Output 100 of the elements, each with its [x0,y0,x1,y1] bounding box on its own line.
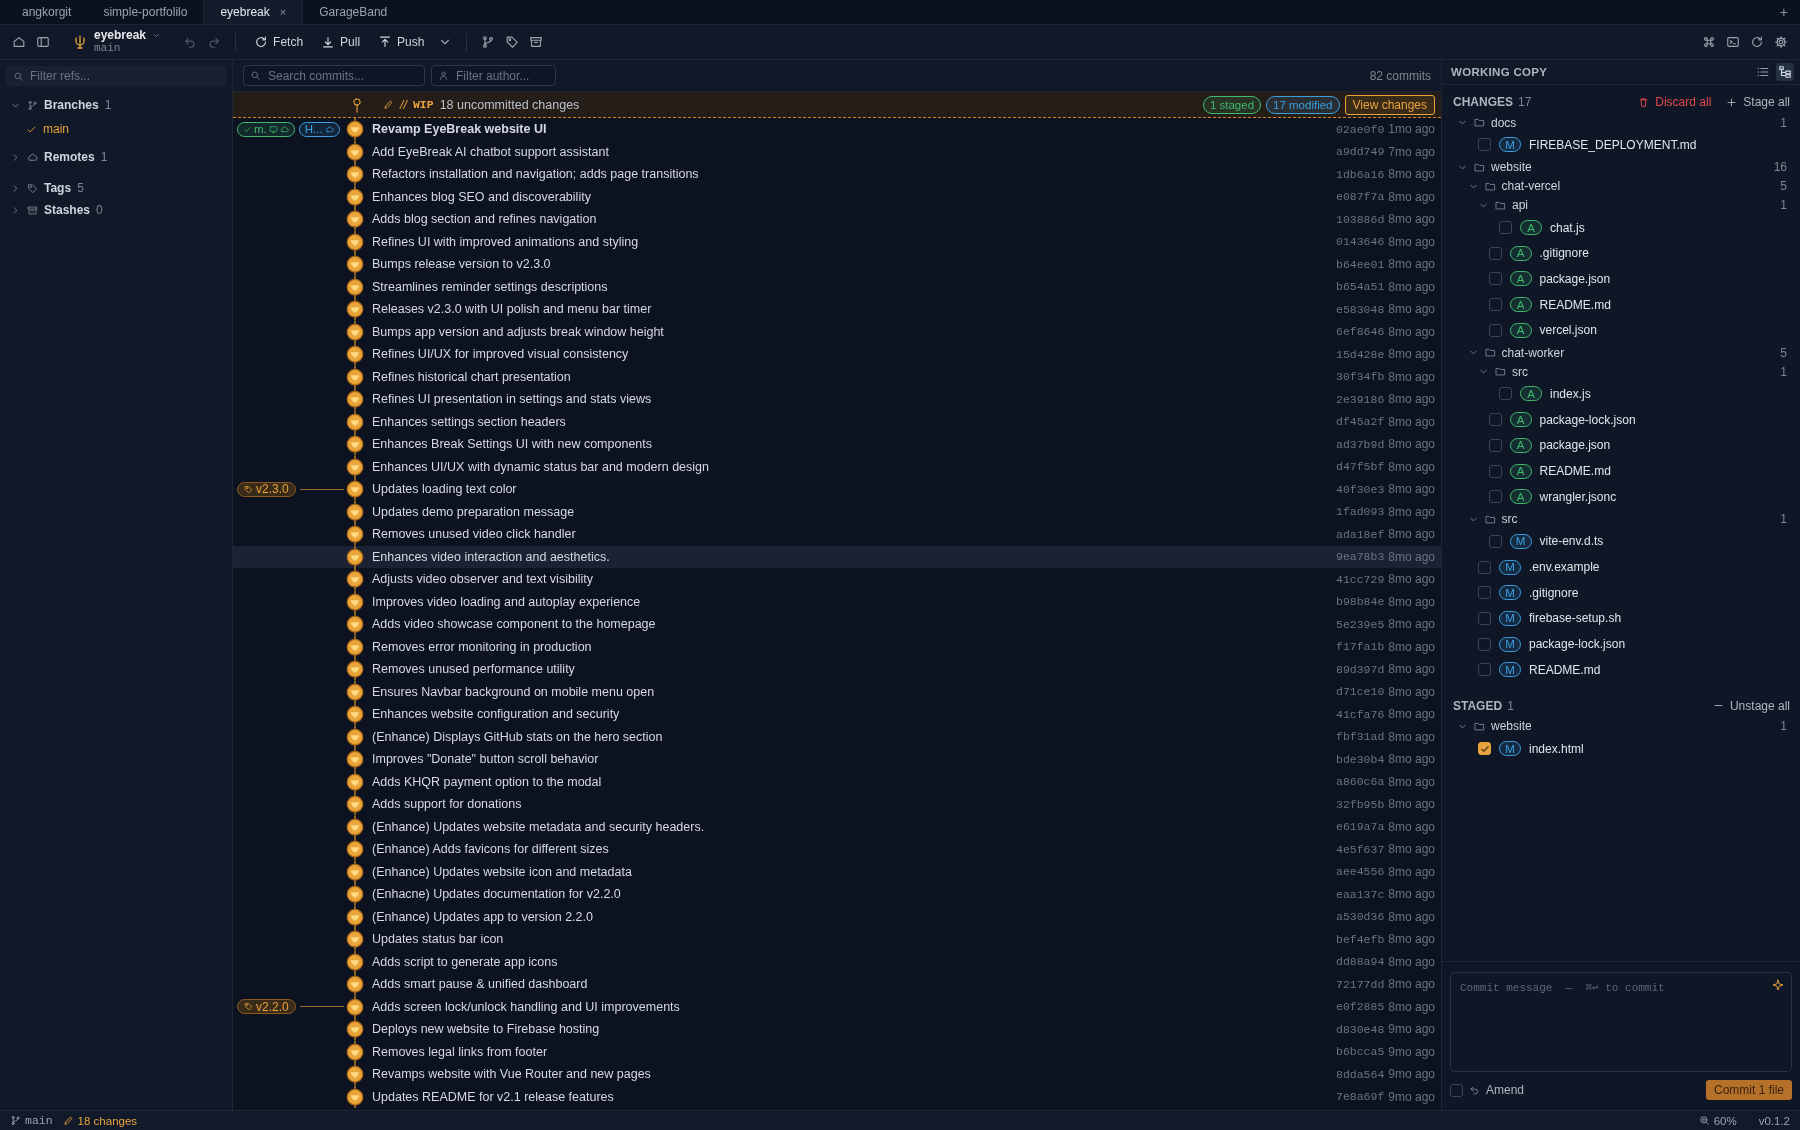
folder-row[interactable]: api 1 [1442,195,1800,215]
checkbox[interactable] [1478,637,1491,651]
branch-status[interactable]: main [10,1114,53,1127]
sparkle-icon[interactable] [1772,979,1784,991]
checkbox[interactable] [1488,464,1502,478]
commit-row[interactable]: Bumps release version to v2.3.0 b64ee01 8mo ago [233,253,1441,276]
commit-row[interactable]: (Enhacne) Updates documentation for v2.2.0 eaa137c 8mo ago [233,883,1441,906]
commit-row[interactable]: Streamlines reminder settings descriptions b654a51 8mo ago [233,275,1441,298]
commit-row[interactable]: Enhances video interaction and aesthetics. 9ea78b3 8mo ago [233,545,1441,568]
folder-row[interactable]: website 1 [1442,716,1800,736]
commit-row[interactable]: Refines UI with improved animations and styling 0143646 8mo ago [233,230,1441,253]
zoom-level[interactable]: 60% [1698,1114,1737,1127]
tab[interactable]: angkorgit [6,0,88,24]
commit-row[interactable]: m. H... Revamp EyeBreak website UI 02ae0f0 1mo ago [233,118,1441,141]
commit-row[interactable]: Updates status bar icon bef4efb 8mo ago [233,928,1441,951]
commit-row[interactable]: Enhances Break Settings UI with new components ad37b9d 8mo ago [233,433,1441,456]
file-name[interactable]: index.html [1529,741,1584,756]
commit-row[interactable]: Enhances settings section headers df45a2f 8mo ago [233,410,1441,433]
commit-row[interactable]: Enhances website configuration and security 41cfa76 8mo ago [233,703,1441,726]
unstage-all-button[interactable]: Unstage all [1702,698,1790,713]
file-name[interactable]: .gitignore [1539,246,1589,261]
checkbox[interactable] [1499,387,1512,401]
file-name[interactable]: package.json [1539,271,1611,286]
file-name[interactable]: vite-env.d.ts [1539,534,1604,549]
branch-label[interactable]: m. [237,121,295,137]
file-name[interactable]: chat.js [1550,220,1585,235]
folder-row[interactable]: src 1 [1442,362,1800,382]
file-name[interactable]: vercel.json [1539,323,1597,338]
commit-row[interactable]: Enhances blog SEO and discoverability e087f7a 8mo ago [233,185,1441,208]
checkbox[interactable] [1488,413,1502,427]
commit-row[interactable]: Improves "Donate" button scroll behavior bde30b4 8mo ago [233,748,1441,771]
commit-row[interactable]: Add EyeBreak AI chatbot support assistant a9dd749 7mo ago [233,140,1441,163]
commit-row[interactable]: Removes error monitoring in production f17fa1b 8mo ago [233,635,1441,658]
tag-label[interactable]: v2.3.0 [237,481,296,497]
new-tab-button[interactable]: + [1767,0,1800,24]
sidebar-section[interactable]: Stashes 0 [6,199,226,221]
file-name[interactable]: package-lock.json [1529,637,1626,652]
commit-row[interactable]: Releases v2.3.0 with UI polish and menu bar timer e583048 8mo ago [233,298,1441,321]
branch-label[interactable]: H... [298,121,340,137]
sidebar-section[interactable]: Remotes 1 [6,146,226,168]
commit-row[interactable]: Adjusts video observer and text visibility 41cc729 8mo ago [233,568,1441,591]
tag-label[interactable]: v2.2.0 [237,999,296,1015]
commit-button[interactable]: Commit 1 file [1706,1080,1792,1100]
commit-row[interactable]: Removes unused video click handler ada18ef 8mo ago [233,523,1441,546]
commit-row[interactable]: Adds smart pause & unified dashboard 72177dd 8mo ago [233,973,1441,996]
commit-row[interactable]: Ensures Navbar background on mobile menu open d71ce10 8mo ago [233,680,1441,703]
commit-row[interactable]: Removes unused performance utility 89d397d 8mo ago [233,658,1441,681]
commit-row[interactable]: Deploys new website to Firebase hosting d830e48 9mo ago [233,1018,1441,1041]
commit-row[interactable]: Removes legal links from footer b6bcca5 9mo ago [233,1040,1441,1063]
commit-row[interactable]: Refactors installation and navigation; adds page transitions 1db6a16 8mo ago [233,163,1441,186]
file-name[interactable]: README.md [1539,297,1611,312]
commit-row[interactable]: Adds KHQR payment option to the modal a860c6a 8mo ago [233,770,1441,793]
branch-item[interactable]: main [6,116,226,142]
file-name[interactable]: wrangler.jsonc [1539,489,1617,504]
commit-row[interactable]: (Enhance) Displays GitHub stats on the hero section fbf31ad 8mo ago [233,725,1441,748]
folder-row[interactable]: src 1 [1442,509,1800,529]
checkbox[interactable] [1478,742,1491,756]
commit-row[interactable]: Adds script to generate app icons dd88a94 8mo ago [233,950,1441,973]
commit-row[interactable]: Adds video showcase component to the homepage 5e239e5 8mo ago [233,613,1441,636]
file-name[interactable]: package.json [1539,438,1611,453]
commit-row[interactable]: (Enhance) Updates website icon and metadata aee4556 8mo ago [233,860,1441,883]
tab[interactable]: eyebreak × [203,0,304,24]
wip-row[interactable]: // WIP 18 uncommitted changes 1 staged 17 modified View changes [233,92,1441,118]
file-name[interactable]: README.md [1539,464,1611,479]
checkbox[interactable] [1488,323,1502,337]
search-field[interactable]: Search commits... [243,65,425,86]
discard-all-button[interactable]: Discard all [1628,95,1712,109]
toolbar-button[interactable]: Push [372,32,431,52]
commit-row[interactable]: Enhances UI/UX with dynamic status bar and modern design d47f5bf 8mo ago [233,455,1441,478]
settings-icon[interactable] [1772,33,1790,51]
changes-status[interactable]: 18 changes [62,1114,138,1127]
commit-row[interactable]: (Enhance) Adds favicons for different sizes 4e5f637 8mo ago [233,838,1441,861]
file-name[interactable]: .env.example [1529,560,1600,575]
repo-switcher[interactable]: eyebreak main [58,29,176,55]
commit-message-field[interactable]: Commit message — ⌘↩ to commit [1450,972,1792,1072]
checkbox[interactable] [1478,663,1491,677]
file-name[interactable]: .gitignore [1529,585,1579,600]
commit-row[interactable]: Updates README for v2.1 release features 7e8a69f 9mo ago [233,1085,1441,1108]
checkbox[interactable] [1488,438,1502,452]
commit-row[interactable]: Refines UI/UX for improved visual consistency 15d428e 8mo ago [233,343,1441,366]
commit-row[interactable]: Refines historical chart presentation 30f34fb 8mo ago [233,365,1441,388]
sidebar-section[interactable]: Tags 5 [6,177,226,199]
checkbox[interactable] [1488,298,1502,312]
commit-row[interactable]: Adds blog section and refines navigation 103886d 8mo ago [233,208,1441,231]
commit-row[interactable]: Updates demo preparation message 1fad093 8mo ago [233,500,1441,523]
file-name[interactable]: firebase-setup.sh [1529,611,1622,626]
folder-row[interactable]: chat-worker 5 [1442,343,1800,363]
folder-row[interactable]: chat-vercel 5 [1442,176,1800,196]
file-name[interactable]: README.md [1529,662,1601,677]
checkbox[interactable] [1478,611,1491,625]
sidebar-section[interactable]: Branches 1 [6,94,226,116]
file-name[interactable]: package-lock.json [1539,412,1636,427]
checkbox[interactable] [1488,534,1502,548]
commit-row[interactable]: (Enhance) Updates website metadata and security headers. e619a7a 8mo ago [233,815,1441,838]
toolbar-button[interactable]: Fetch [248,32,310,52]
file-name[interactable]: index.js [1550,386,1591,401]
tree-view-icon[interactable] [1776,63,1794,81]
checkbox[interactable] [1488,490,1502,504]
checkbox[interactable] [1478,560,1491,574]
checkbox[interactable] [1478,138,1491,152]
